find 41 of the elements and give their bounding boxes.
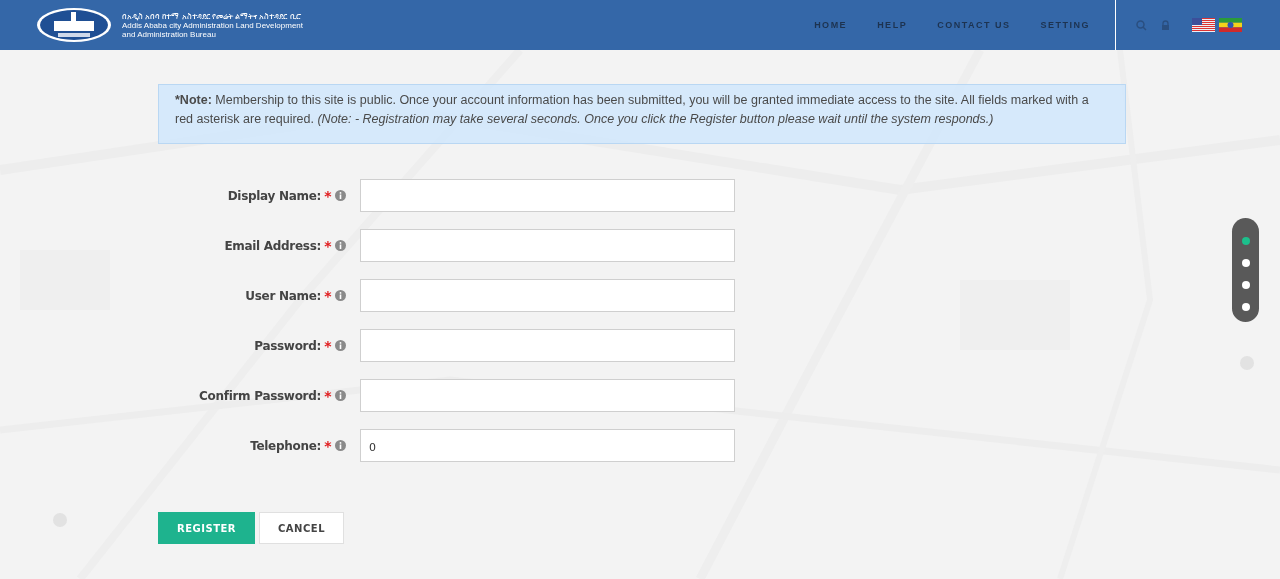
field-label: Display Name: <box>226 188 321 203</box>
required-asterisk: * <box>323 337 333 354</box>
field-label: Telephone: <box>249 438 321 453</box>
cancel-button[interactable]: CANCEL <box>259 512 344 544</box>
logo-icon[interactable] <box>36 7 112 43</box>
organization-name: and Administration Bureau <box>122 29 217 39</box>
field-label: User Name: <box>244 288 321 303</box>
info-icon[interactable] <box>335 440 346 451</box>
info-note: *Note: Membership to this site is public. Once your account information has been submitted, you will be granted immediate access to the site. All fields marked with a red asterisk are required. (Note: - Registration may take several seconds. Once you click the Register button please wait until the system responds.) <box>158 84 1126 144</box>
us-flag-icon[interactable] <box>1192 18 1215 32</box>
input-field[interactable] <box>360 379 735 412</box>
required-asterisk: * <box>323 187 333 204</box>
slide-dot[interactable] <box>1241 237 1250 245</box>
organization-name: በአዲስ አበባ ከተማ አስተዳደር የመሬት ልማትና አስተዳደር ቢሮ <box>122 11 302 21</box>
slide-dot[interactable] <box>1241 259 1250 267</box>
info-icon[interactable] <box>335 340 346 351</box>
nav-link[interactable]: CONTACT US <box>923 20 1025 30</box>
nav-link[interactable]: HELP <box>863 20 922 30</box>
field-label: Password: <box>253 338 321 353</box>
input-field[interactable] <box>360 329 735 362</box>
input-field[interactable] <box>360 279 735 312</box>
organization-name: Addis Ababa city Administration Land Development <box>122 20 303 30</box>
nav-link[interactable]: SETTING <box>1026 20 1104 30</box>
required-asterisk: * <box>323 437 333 454</box>
info-icon[interactable] <box>335 390 346 401</box>
ethiopia-flag-icon[interactable] <box>1219 18 1242 32</box>
slide-dot[interactable] <box>1241 303 1250 311</box>
input-field[interactable] <box>360 229 735 262</box>
info-icon[interactable] <box>335 240 346 251</box>
input-field[interactable]: 0 <box>360 429 735 462</box>
register-button[interactable]: REGISTER <box>158 512 255 544</box>
required-asterisk: * <box>323 237 333 254</box>
field-label: Email Address: <box>223 238 321 253</box>
field-label: Confirm Password: <box>198 388 321 403</box>
input-field[interactable] <box>360 179 735 212</box>
nav-link[interactable]: HOME <box>800 20 862 30</box>
info-icon[interactable] <box>335 190 346 201</box>
slide-dot[interactable] <box>1241 281 1250 289</box>
required-asterisk: * <box>323 287 333 304</box>
info-icon[interactable] <box>335 290 346 301</box>
required-asterisk: * <box>323 387 333 404</box>
